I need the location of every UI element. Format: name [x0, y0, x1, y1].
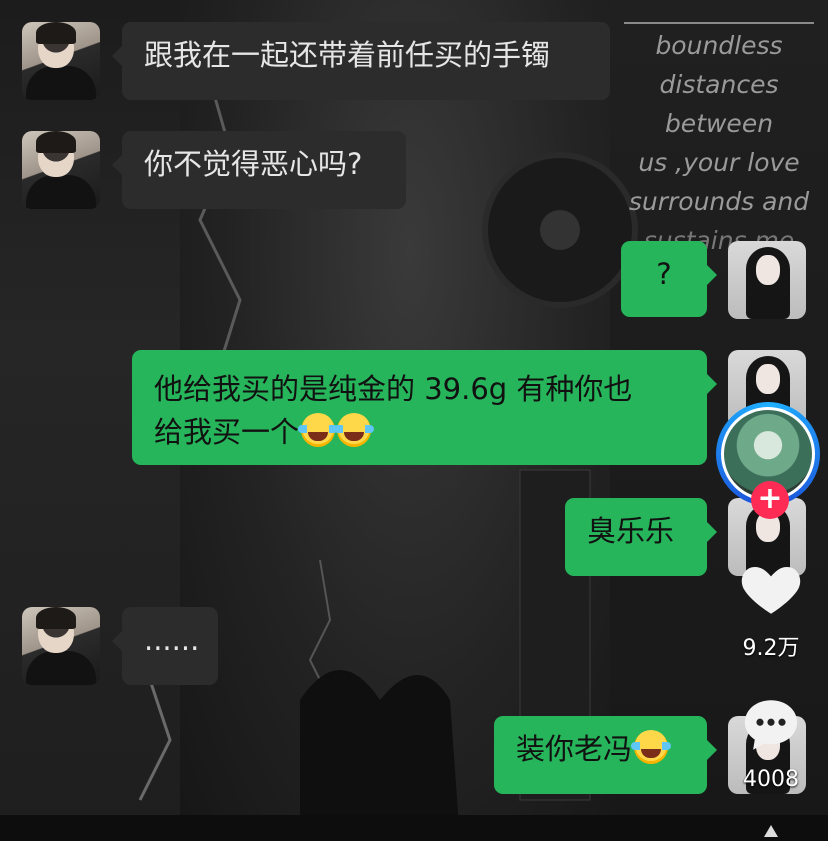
quote-line: boundless — [655, 31, 783, 60]
chat-bubble-outgoing: 臭乐乐 — [565, 498, 717, 576]
laughing-tears-emoji-icon — [631, 730, 672, 764]
quote-line: surrounds and — [628, 187, 810, 216]
laughing-tears-emoji-icon — [334, 413, 375, 447]
chat-bubble-incoming: 你不觉得恶心吗? — [112, 131, 406, 209]
message-text: ...... — [144, 623, 200, 657]
avatar[interactable] — [728, 241, 806, 319]
up-arrow-icon[interactable] — [764, 825, 778, 837]
message-text: 跟我在一起还带着前任买的手镯 — [144, 38, 551, 72]
avatar[interactable] — [22, 607, 100, 685]
message-text: 你不觉得恶心吗? — [144, 147, 363, 181]
chat-bubble-incoming: 跟我在一起还带着前任买的手镯 — [112, 22, 610, 100]
message-text: 臭乐乐 — [587, 514, 675, 548]
avatar[interactable] — [22, 131, 100, 209]
bottom-bar — [0, 815, 828, 841]
like-count: 9.2万 — [742, 636, 800, 661]
plus-icon: + — [757, 481, 783, 516]
chat-bubble-incoming: ...... — [112, 607, 218, 685]
background-quote: boundless distances between us ,your lov… — [624, 22, 814, 260]
quote-line: us ,your love — [638, 148, 800, 177]
laughing-tears-emoji-icon — [298, 413, 339, 447]
chat-bubble-outgoing: 他给我买的是纯金的 39.6g 有种你也 给我买一个 — [132, 350, 717, 465]
quote-line: between — [664, 109, 774, 138]
avatar[interactable] — [22, 22, 100, 100]
comment-count: 4008 — [743, 767, 799, 792]
quote-line: distances — [659, 70, 779, 99]
message-text: 给我买一个 — [154, 415, 300, 449]
message-text: ? — [656, 257, 672, 291]
chat-bubble-outgoing: 装你老冯 — [494, 716, 717, 794]
comment-icon[interactable] — [738, 692, 804, 758]
message-text: 他给我买的是纯金的 39.6g 有种你也 — [154, 372, 633, 406]
follow-button[interactable]: + — [751, 481, 789, 519]
message-text: 装你老冯 — [516, 732, 633, 766]
heart-icon[interactable] — [738, 556, 804, 622]
chat-bubble-outgoing: ? — [621, 241, 717, 317]
